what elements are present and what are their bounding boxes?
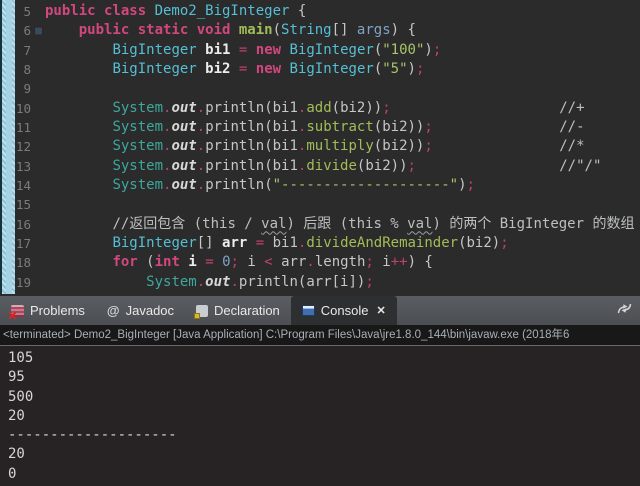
line-number: 15	[13, 195, 31, 214]
line-number: 13	[13, 157, 31, 176]
line-number: 18	[13, 253, 31, 272]
line-number: 16	[13, 215, 31, 234]
line-number: 7	[13, 41, 31, 60]
close-icon[interactable]: ✕	[377, 304, 386, 317]
console-status-line: <terminated> Demo2_BigInteger [Java Appl…	[0, 325, 640, 346]
tab-problems[interactable]: Problems	[0, 296, 96, 325]
line-number: 12	[13, 137, 31, 156]
code-line: 18 for (int i = 0; i < arr.length; i++) …	[13, 253, 640, 272]
tab-label: Javadoc	[126, 303, 174, 318]
code-line: 15	[13, 195, 640, 214]
code-line: 9	[13, 79, 640, 98]
console-output[interactable]: 1059550020--------------------200	[0, 346, 640, 486]
console-line: 20	[8, 407, 640, 426]
code-editor[interactable]: 5public class Demo2_BigInteger {6 public…	[0, 0, 640, 296]
code-line: 14 System.out.println("-----------------…	[13, 176, 640, 195]
line-number: 8	[13, 60, 31, 79]
eclipse-window: 5public class Demo2_BigInteger {6 public…	[0, 0, 640, 486]
code-line: 11 System.out.println(bi1.subtract(bi2))…	[13, 118, 640, 137]
code-line: 5public class Demo2_BigInteger {	[13, 2, 640, 21]
line-number: 14	[13, 176, 31, 195]
line-number: 6	[13, 21, 31, 40]
console-line: 105	[8, 349, 640, 368]
console-icon	[302, 305, 315, 316]
tab-declaration[interactable]: Declaration	[185, 296, 291, 325]
code-line: 13 System.out.println(bi1.divide(bi2)); …	[13, 157, 640, 176]
javadoc-icon: @	[107, 304, 120, 317]
declaration-icon	[196, 305, 208, 317]
console-line: 20	[8, 445, 640, 464]
view-tabbar: Problems @ Javadoc Declaration Console ✕	[0, 296, 640, 325]
code-line: 19 System.out.println(arr[i]);	[13, 273, 640, 292]
code-lines: 5public class Demo2_BigInteger {6 public…	[13, 2, 640, 296]
tab-label: Console	[321, 303, 369, 318]
code-line: 10 System.out.println(bi1.add(bi2)); //+	[13, 99, 640, 118]
line-number: 5	[13, 2, 31, 21]
console-line: 95	[8, 368, 640, 387]
code-line: 17 BigInteger[] arr = bi1.divideAndRemai…	[13, 234, 640, 253]
line-number: 19	[13, 273, 31, 292]
line-number: 9	[13, 79, 31, 98]
line-number: 11	[13, 118, 31, 137]
line-marker-icon	[34, 26, 43, 35]
tab-label: Declaration	[214, 303, 280, 318]
tab-console[interactable]: Console ✕	[291, 296, 397, 325]
problems-icon	[11, 305, 24, 317]
line-number: 17	[13, 234, 31, 253]
tab-javadoc[interactable]: @ Javadoc	[96, 296, 185, 325]
console-line: --------------------	[8, 426, 640, 445]
code-line: 16 //返回包含 (this / val) 后跟 (this % val) 的…	[13, 215, 640, 234]
tab-label: Problems	[30, 303, 85, 318]
line-number: 10	[13, 99, 31, 118]
console-status-text: <terminated> Demo2_BigInteger [Java Appl…	[3, 329, 569, 341]
console-line: 500	[8, 388, 640, 407]
code-line: 7 BigInteger bi1 = new BigInteger("100")…	[13, 41, 640, 60]
code-line: 8 BigInteger bi2 = new BigInteger("5");	[13, 60, 640, 79]
code-line: 6 public static void main(String[] args)…	[13, 21, 640, 40]
console-line: 0	[8, 465, 640, 484]
restore-view-icon[interactable]	[616, 301, 633, 316]
code-line: 12 System.out.println(bi1.multiply(bi2))…	[13, 137, 640, 156]
